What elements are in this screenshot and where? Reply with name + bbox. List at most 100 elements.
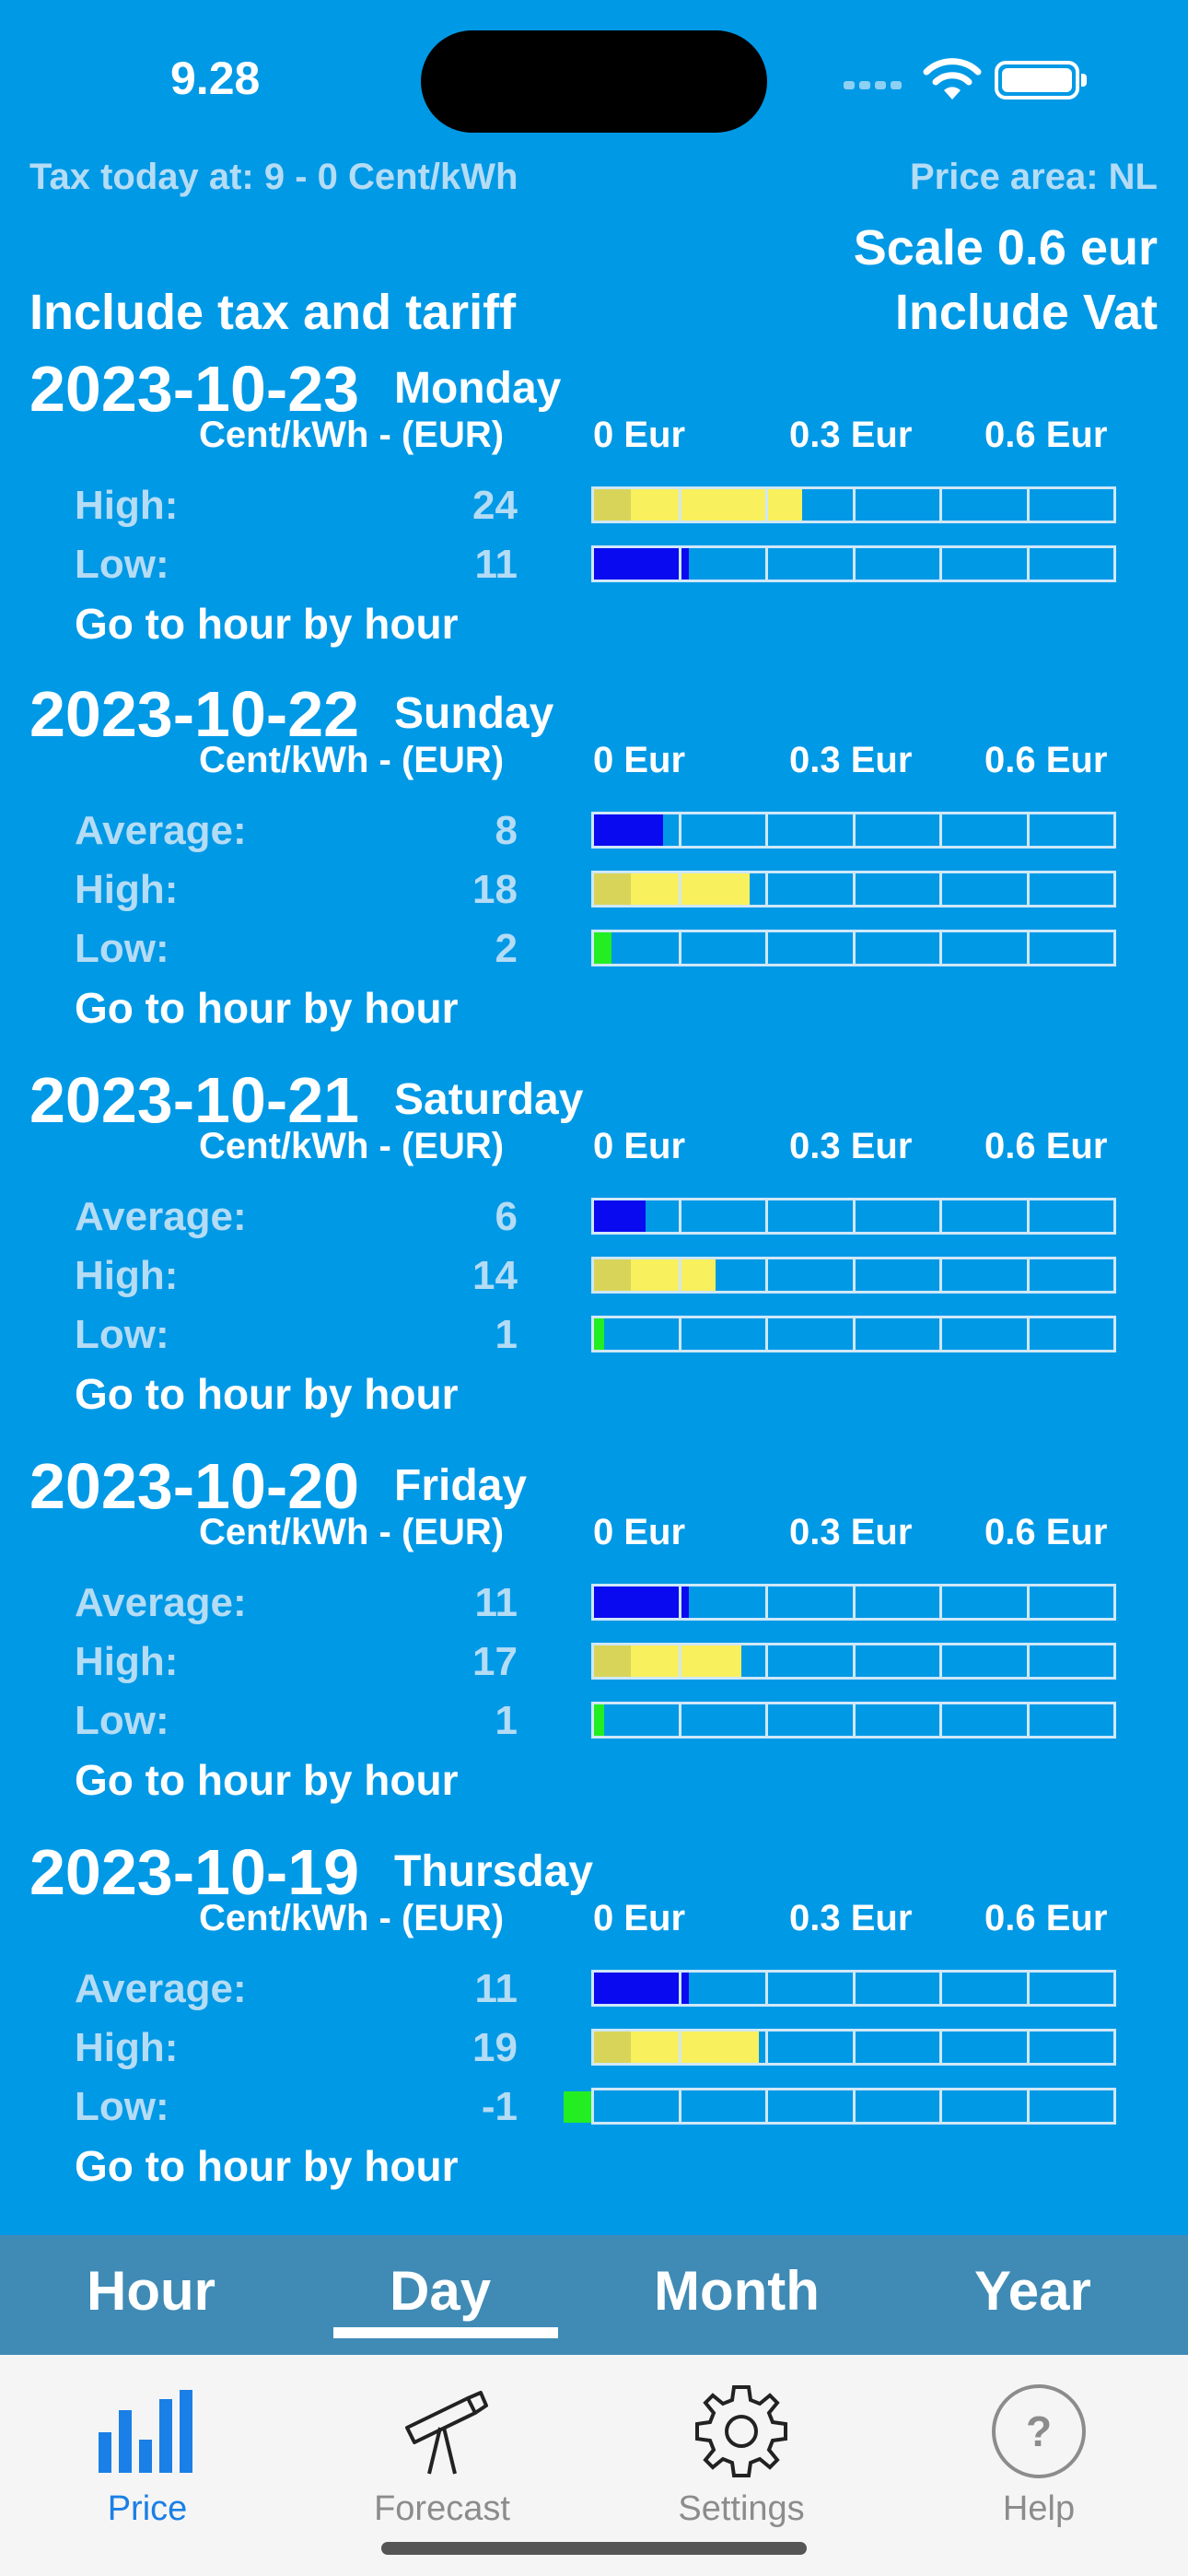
segment-hour[interactable]: Hour	[87, 2259, 215, 2323]
price-bar	[591, 1316, 1116, 1352]
scale-label-mid: 0.3 Eur	[789, 1512, 913, 1552]
scale-label-max: 0.6 Eur	[984, 740, 1108, 780]
price-row-low: Low: 1	[0, 1301, 1188, 1360]
status-bar: 9.28	[0, 0, 1188, 147]
scale-label-0: 0 Eur	[593, 1898, 686, 1938]
unit-label: Cent/kWh - (EUR)	[199, 1126, 505, 1166]
svg-text:?: ?	[1026, 2407, 1052, 2455]
scale-label-max: 0.6 Eur	[984, 1126, 1108, 1166]
price-bar	[591, 1257, 1116, 1294]
row-label: High:	[75, 1253, 179, 1298]
include-vat-text: Include Vat	[894, 285, 1158, 340]
row-value: 11	[474, 1580, 518, 1625]
go-to-hour-link[interactable]: Go to hour by hour	[75, 599, 459, 649]
segment-selected-underline	[333, 2327, 558, 2338]
price-bar	[591, 2029, 1116, 2066]
scale-label-0: 0 Eur	[593, 1126, 686, 1166]
tab-forecast[interactable]: Forecast	[341, 2381, 543, 2529]
tab-label: Settings	[678, 2489, 805, 2528]
day-weekday: Saturday	[394, 1075, 584, 1124]
price-row-average: Average: 8	[0, 797, 1188, 856]
price-row-average: Average: 11	[0, 1955, 1188, 2014]
price-row-high: High: 14	[0, 1242, 1188, 1301]
price-row-high: High: 18	[0, 856, 1188, 915]
day-weekday: Monday	[394, 364, 562, 413]
go-to-hour-link[interactable]: Go to hour by hour	[75, 1755, 459, 1805]
price-row-low: Low: 2	[0, 915, 1188, 974]
row-value: 18	[472, 867, 518, 912]
segment-day[interactable]: Day	[390, 2259, 491, 2323]
go-to-hour-link[interactable]: Go to hour by hour	[75, 2141, 459, 2191]
cellular-signal-icon	[844, 77, 906, 94]
telescope-icon	[405, 2391, 488, 2475]
price-bar	[591, 545, 1116, 582]
battery-icon	[995, 61, 1087, 100]
row-value: 6	[495, 1194, 518, 1239]
scale-label-max: 0.6 Eur	[984, 1512, 1108, 1552]
price-bar	[591, 1702, 1116, 1739]
row-label: Average:	[75, 1966, 247, 2011]
unit-label: Cent/kWh - (EUR)	[199, 415, 505, 455]
row-label: Low:	[75, 2084, 169, 2129]
price-bar	[591, 812, 1116, 849]
home-indicator	[381, 2542, 807, 2555]
segment-year[interactable]: Year	[974, 2259, 1091, 2323]
row-label: Low:	[75, 1312, 169, 1357]
day-weekday: Friday	[394, 1461, 528, 1510]
row-label: Average:	[75, 1194, 247, 1239]
price-bar	[591, 1643, 1116, 1680]
negative-price-marker	[564, 2091, 591, 2123]
include-tax-text: Include tax and tariff	[29, 285, 517, 340]
scale-text: Scale 0.6 eur	[853, 220, 1158, 275]
help-icon: ?	[992, 2384, 1086, 2478]
price-row-average: Average: 6	[0, 1183, 1188, 1242]
row-label: High:	[75, 2025, 179, 2070]
price-row-high: High: 24	[0, 472, 1188, 531]
row-value: 2	[495, 926, 518, 971]
app-screen: 9.28 Tax today at: 9 - 0 Cent/kWh Price …	[0, 0, 1188, 2576]
price-bar	[591, 930, 1116, 966]
row-value: 17	[472, 1639, 518, 1684]
go-to-hour-link[interactable]: Go to hour by hour	[75, 1369, 459, 1419]
period-segment-bar: Hour Day Month Year	[0, 2235, 1188, 2355]
tab-settings[interactable]: Settings	[640, 2381, 843, 2529]
tax-today-text: Tax today at: 9 - 0 Cent/kWh	[29, 157, 518, 197]
tab-price[interactable]: Price	[46, 2381, 249, 2529]
row-value: 8	[495, 808, 518, 853]
scale-label-0: 0 Eur	[593, 1512, 686, 1552]
unit-label: Cent/kWh - (EUR)	[199, 1898, 505, 1938]
day-weekday: Sunday	[394, 689, 554, 738]
gear-icon	[695, 2385, 787, 2477]
segment-month[interactable]: Month	[654, 2259, 820, 2323]
row-label: High:	[75, 1639, 179, 1684]
tab-help[interactable]: ? Help	[938, 2381, 1140, 2529]
unit-label: Cent/kWh - (EUR)	[199, 1512, 505, 1552]
price-bar	[591, 1970, 1116, 2007]
bar-chart-icon	[99, 2390, 192, 2473]
price-area-text: Price area: NL	[909, 157, 1158, 197]
price-bar	[591, 871, 1116, 907]
row-label: Low:	[75, 926, 169, 971]
row-label: Low:	[75, 542, 169, 587]
price-bar	[591, 486, 1116, 523]
price-bar	[591, 1198, 1116, 1235]
row-value: 1	[495, 1698, 518, 1743]
tab-label: Forecast	[374, 2489, 510, 2528]
price-row-low: Low: 11	[0, 531, 1188, 590]
row-label: Average:	[75, 808, 247, 853]
wifi-icon	[923, 58, 982, 100]
go-to-hour-link[interactable]: Go to hour by hour	[75, 983, 459, 1033]
price-bar	[591, 1584, 1116, 1621]
price-row-low: Low: 1	[0, 1687, 1188, 1746]
row-value: 19	[472, 2025, 518, 2070]
price-row-average: Average: 11	[0, 1569, 1188, 1628]
row-value: 11	[474, 542, 518, 587]
row-value: 1	[495, 1312, 518, 1357]
row-value: -1	[481, 2084, 518, 2129]
dynamic-island	[421, 30, 767, 133]
scale-label-max: 0.6 Eur	[984, 415, 1108, 455]
row-label: Low:	[75, 1698, 169, 1743]
price-bar	[591, 2088, 1116, 2125]
row-label: Average:	[75, 1580, 247, 1625]
scale-label-max: 0.6 Eur	[984, 1898, 1108, 1938]
